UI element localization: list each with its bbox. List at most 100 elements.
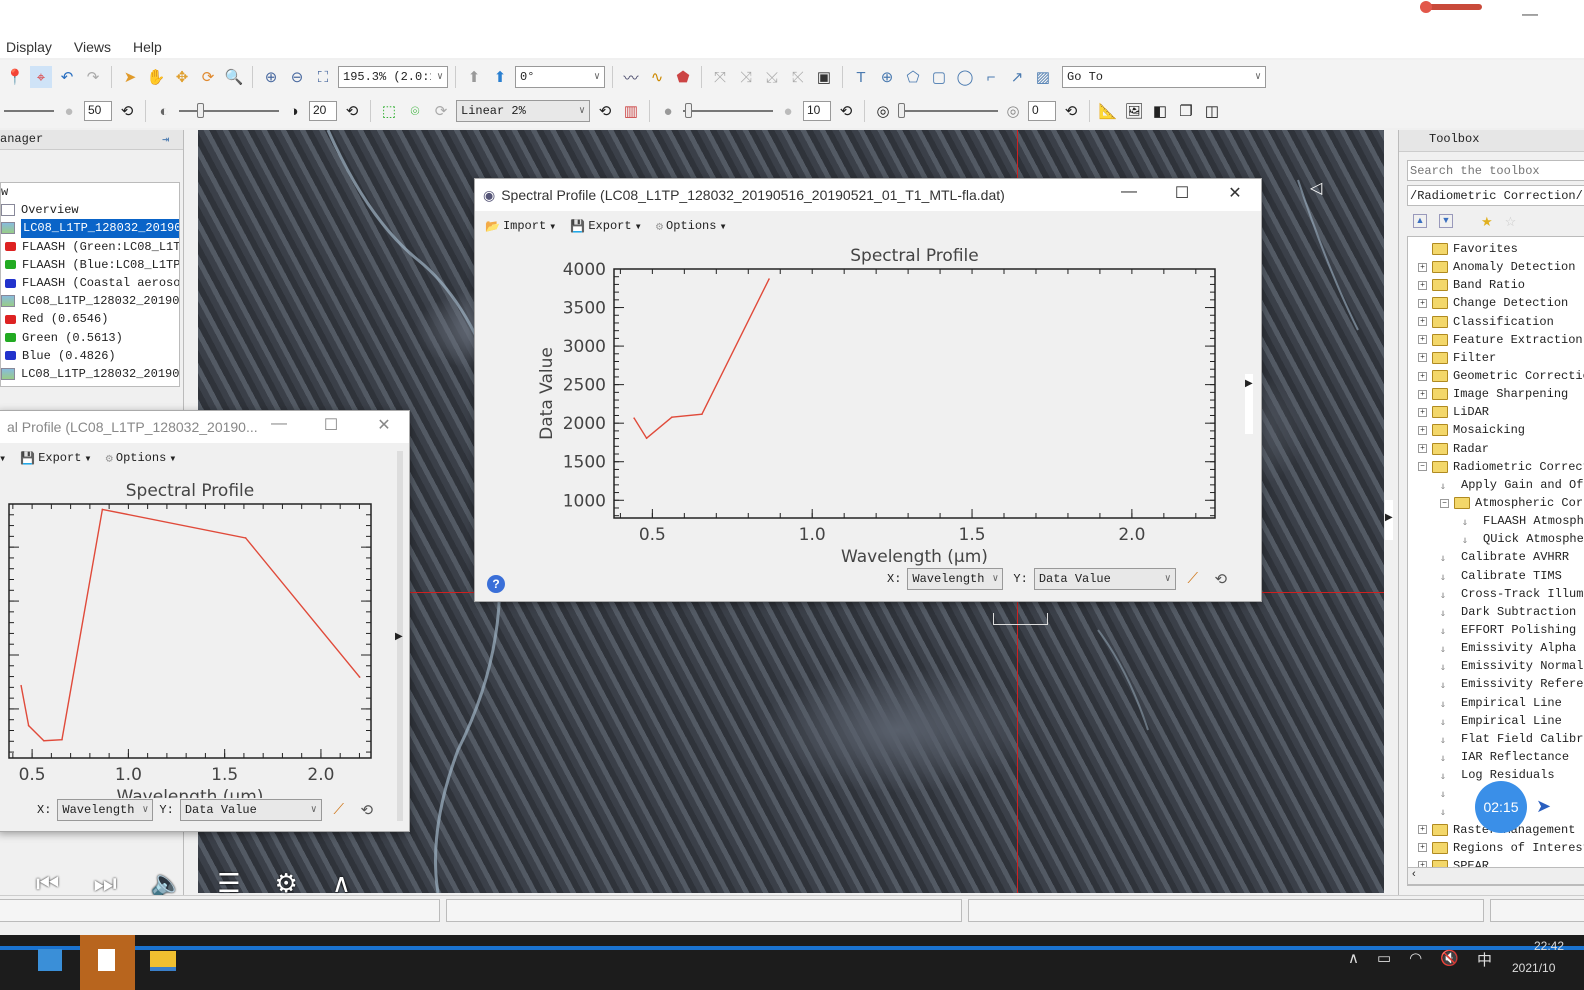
remove-favorite-icon[interactable]: ☆ [1505, 214, 1517, 230]
measure-icon[interactable]: 📐 [1097, 100, 1119, 122]
expand-icon[interactable]: + [1418, 444, 1427, 454]
side-expander[interactable]: ▶ [395, 631, 403, 642]
menu-help[interactable]: Help [133, 39, 162, 55]
toolbox-folder[interactable]: − Radiometric Correction [1418, 458, 1584, 476]
contrast-field[interactable]: 20 [309, 101, 337, 121]
close-button[interactable]: ✕ [372, 415, 396, 435]
minimize-icon[interactable]: — [1522, 6, 1538, 24]
vector-edit-icon[interactable]: ⤨ [735, 66, 757, 88]
contrast-slider[interactable] [179, 103, 279, 118]
toolbox-tool[interactable]: ⇓ FLAASH Atmospheric [1418, 512, 1584, 530]
layer-item[interactable]: FLAASH (Blue:LC08_L1TP_ [1, 256, 179, 274]
toolbox-tool[interactable]: ⇓ Dark Subtraction [1418, 603, 1584, 621]
zoom-fit-icon[interactable]: ⛶ [312, 66, 334, 88]
pixel-value-icon[interactable]: ▣ [813, 66, 835, 88]
expand-icon[interactable]: + [1418, 280, 1427, 290]
spectral-profile-chart-2[interactable]: Spectral Profile 0.5 1.0 1.5 2.0 Wavelength (… [0, 473, 394, 798]
expand-all-icon[interactable]: ▼ [1439, 214, 1453, 228]
x-axis-select[interactable]: Wavelength ∨ [57, 799, 154, 821]
pin-icon[interactable]: 📍 [4, 66, 26, 88]
maximize-button[interactable]: ☐ [1170, 183, 1194, 203]
sharpen-slider[interactable] [683, 103, 773, 118]
crosshair-icon[interactable]: ⌖ [30, 66, 52, 88]
zoom-out-icon[interactable]: ⊖ [286, 66, 308, 88]
slider-knob[interactable] [1420, 1, 1432, 13]
layer-item[interactable]: Green (0.5613) [1, 329, 179, 347]
toolbox-folder[interactable]: − Atmospheric Correction [1418, 494, 1584, 512]
refresh-icon[interactable]: ⟲ [1210, 568, 1232, 590]
toolbox-tool[interactable]: ⇓ Empirical Line [1418, 694, 1584, 712]
collapse-all-icon[interactable]: ▲ [1413, 214, 1427, 228]
refresh-icon[interactable]: ⟲ [356, 799, 378, 821]
minimize-button[interactable]: — [267, 415, 291, 433]
expand-icon[interactable]: + [1418, 262, 1427, 272]
expand-icon[interactable]: + [1418, 389, 1427, 399]
expand-icon[interactable]: + [1418, 825, 1427, 835]
maximize-button[interactable]: ☐ [319, 415, 343, 435]
rotation-select[interactable]: 0° ∨ [515, 66, 605, 88]
vector-join-icon[interactable]: ⤩ [761, 66, 783, 88]
layer-item[interactable]: LC08_L1TP_128032_201905 [1, 292, 179, 310]
toolbox-tool[interactable]: ⇓ Emissivity Alpha [1418, 639, 1584, 657]
menu-views[interactable]: Views [74, 39, 111, 55]
line-style-icon[interactable]: ⟋ [1182, 568, 1204, 590]
options-menu[interactable]: ⚙ Options ▾ [106, 451, 177, 466]
line-style-icon[interactable]: ⟋ [328, 799, 350, 821]
toolbox-folder[interactable]: + Mosaicking [1418, 421, 1584, 439]
toolbox-folder[interactable]: + Anomaly Detection [1418, 258, 1584, 276]
y-axis-select[interactable]: Data Value ∨ [1033, 568, 1176, 590]
toolbox-tool[interactable]: ⇓ Apply Gain and Offset [1418, 476, 1584, 494]
rotate-icon[interactable]: ⟳ [197, 66, 219, 88]
layer-item[interactable]: Overview [1, 201, 179, 219]
undo-icon[interactable]: ↶ [56, 66, 78, 88]
toolbox-folder[interactable]: + LiDAR [1418, 403, 1584, 421]
reset-icon[interactable]: ⟲ [341, 100, 363, 122]
export-menu[interactable]: 💾 Export ▾ [20, 451, 91, 466]
stretch-view-icon[interactable]: ⌾ [404, 100, 426, 122]
toolbox-tool[interactable]: ⇓ Emissivity Reference [1418, 675, 1584, 693]
toolbox-tool[interactable]: ⇓ Calibrate AVHRR [1418, 548, 1584, 566]
clock-date[interactable]: 2021/10 [1512, 961, 1555, 975]
expand-icon[interactable]: + [1418, 843, 1427, 853]
side-expander[interactable]: ▶ [1385, 500, 1393, 540]
goto-field[interactable]: Go To ∨ [1062, 66, 1266, 88]
expand-icon[interactable]: + [1418, 371, 1427, 381]
toolbox-folder[interactable]: + Radar [1418, 440, 1584, 458]
toolbox-tool[interactable]: ⇓ Empirical Line [1418, 712, 1584, 730]
ime-indicator[interactable]: 中 [1477, 949, 1492, 970]
roi-icon[interactable]: ⬟ [672, 66, 694, 88]
vector-add-icon[interactable]: ⤧ [709, 66, 731, 88]
reset-icon[interactable]: ⟲ [594, 100, 616, 122]
file-explorer-icon[interactable] [150, 951, 176, 971]
import-menu[interactable]: 📂 Import ▾ [485, 219, 556, 234]
toolbox-tool[interactable]: ⇓ IAR Reflectance [1418, 748, 1584, 766]
layer-item[interactable]: LC08_L1TP_128032_201905 [1, 365, 179, 383]
arrow-annotation-icon[interactable]: ↗ [1006, 66, 1028, 88]
collapse-icon[interactable]: − [1418, 462, 1427, 472]
redo-icon[interactable]: ↷ [82, 66, 104, 88]
video-progress-bar[interactable] [0, 946, 1584, 950]
brightness-slider[interactable] [4, 110, 54, 112]
tree-root[interactable]: w [1, 183, 179, 201]
layer-item[interactable]: LC08_L1TP_128032_201905 [1, 219, 179, 238]
expand-icon[interactable]: + [1418, 317, 1427, 327]
close-button[interactable]: ✕ [1223, 183, 1247, 203]
import-menu-arrow[interactable]: ▾ [0, 451, 6, 466]
transparency-slider[interactable] [898, 103, 998, 118]
spectral-profile-chart[interactable]: Spectral Profile 0.5 1.0 1.5 2.0 1000 1500 2000… [515, 239, 1255, 569]
brightness-field[interactable]: 50 [84, 101, 112, 121]
polygon-annotation-icon[interactable]: ⬠ [902, 66, 924, 88]
taskbar-app-icon[interactable] [38, 949, 62, 971]
options-menu[interactable]: ⚙ Options ▾ [656, 219, 727, 234]
toolbox-folder[interactable]: + Geometric Correction [1418, 367, 1584, 385]
tray-expand-icon[interactable]: ∧ [1348, 949, 1359, 970]
rectangle-annotation-icon[interactable]: ▢ [928, 66, 950, 88]
picture-annotation-icon[interactable]: ▨ [1032, 66, 1054, 88]
layer-item[interactable]: FLAASH (Coastal aeroso [1, 274, 179, 292]
toolbox-tool[interactable]: ⇓ EFFORT Polishing [1418, 621, 1584, 639]
clock-time[interactable]: 22:42 [1534, 939, 1564, 953]
minimize-button[interactable]: — [1117, 183, 1141, 201]
menu-display[interactable]: Display [6, 39, 52, 55]
toolbox-folder[interactable]: Favorites [1418, 240, 1584, 258]
vector-split-icon[interactable]: ⤪ [787, 66, 809, 88]
